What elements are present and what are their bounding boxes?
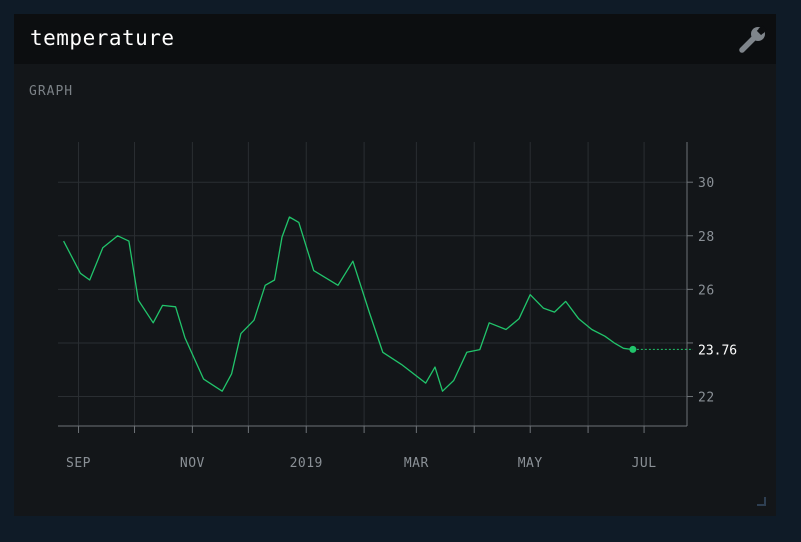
y-tick-label: 22 <box>698 391 715 406</box>
x-tick-label: MAR <box>404 456 429 471</box>
y-tick-label: 26 <box>698 283 715 298</box>
series-line <box>63 216 633 392</box>
resize-handle-icon[interactable] <box>756 496 766 506</box>
last-value-label: 23.76 <box>698 343 737 358</box>
grid <box>58 142 687 426</box>
x-tick-label: MAY <box>518 456 543 471</box>
graph-panel: temperature GRAPH 22 26 28 30 SEP NOV 2019 MAR M… <box>14 14 776 516</box>
x-tick-label: JUL <box>632 456 657 471</box>
last-value-point <box>629 345 637 353</box>
axes <box>58 142 693 433</box>
y-tick-label: 28 <box>698 230 715 245</box>
temperature-chart: 22 26 28 30 SEP NOV 2019 MAR MAY JUL 23.76 <box>58 142 737 471</box>
x-tick-label: 2019 <box>290 456 323 471</box>
series-layer <box>63 216 693 392</box>
x-tick-label: NOV <box>180 456 205 471</box>
tick-labels: 22 26 28 30 SEP NOV 2019 MAR MAY JUL 23.76 <box>66 176 737 471</box>
x-tick-label: SEP <box>66 456 91 471</box>
y-tick-label: 30 <box>698 176 715 191</box>
